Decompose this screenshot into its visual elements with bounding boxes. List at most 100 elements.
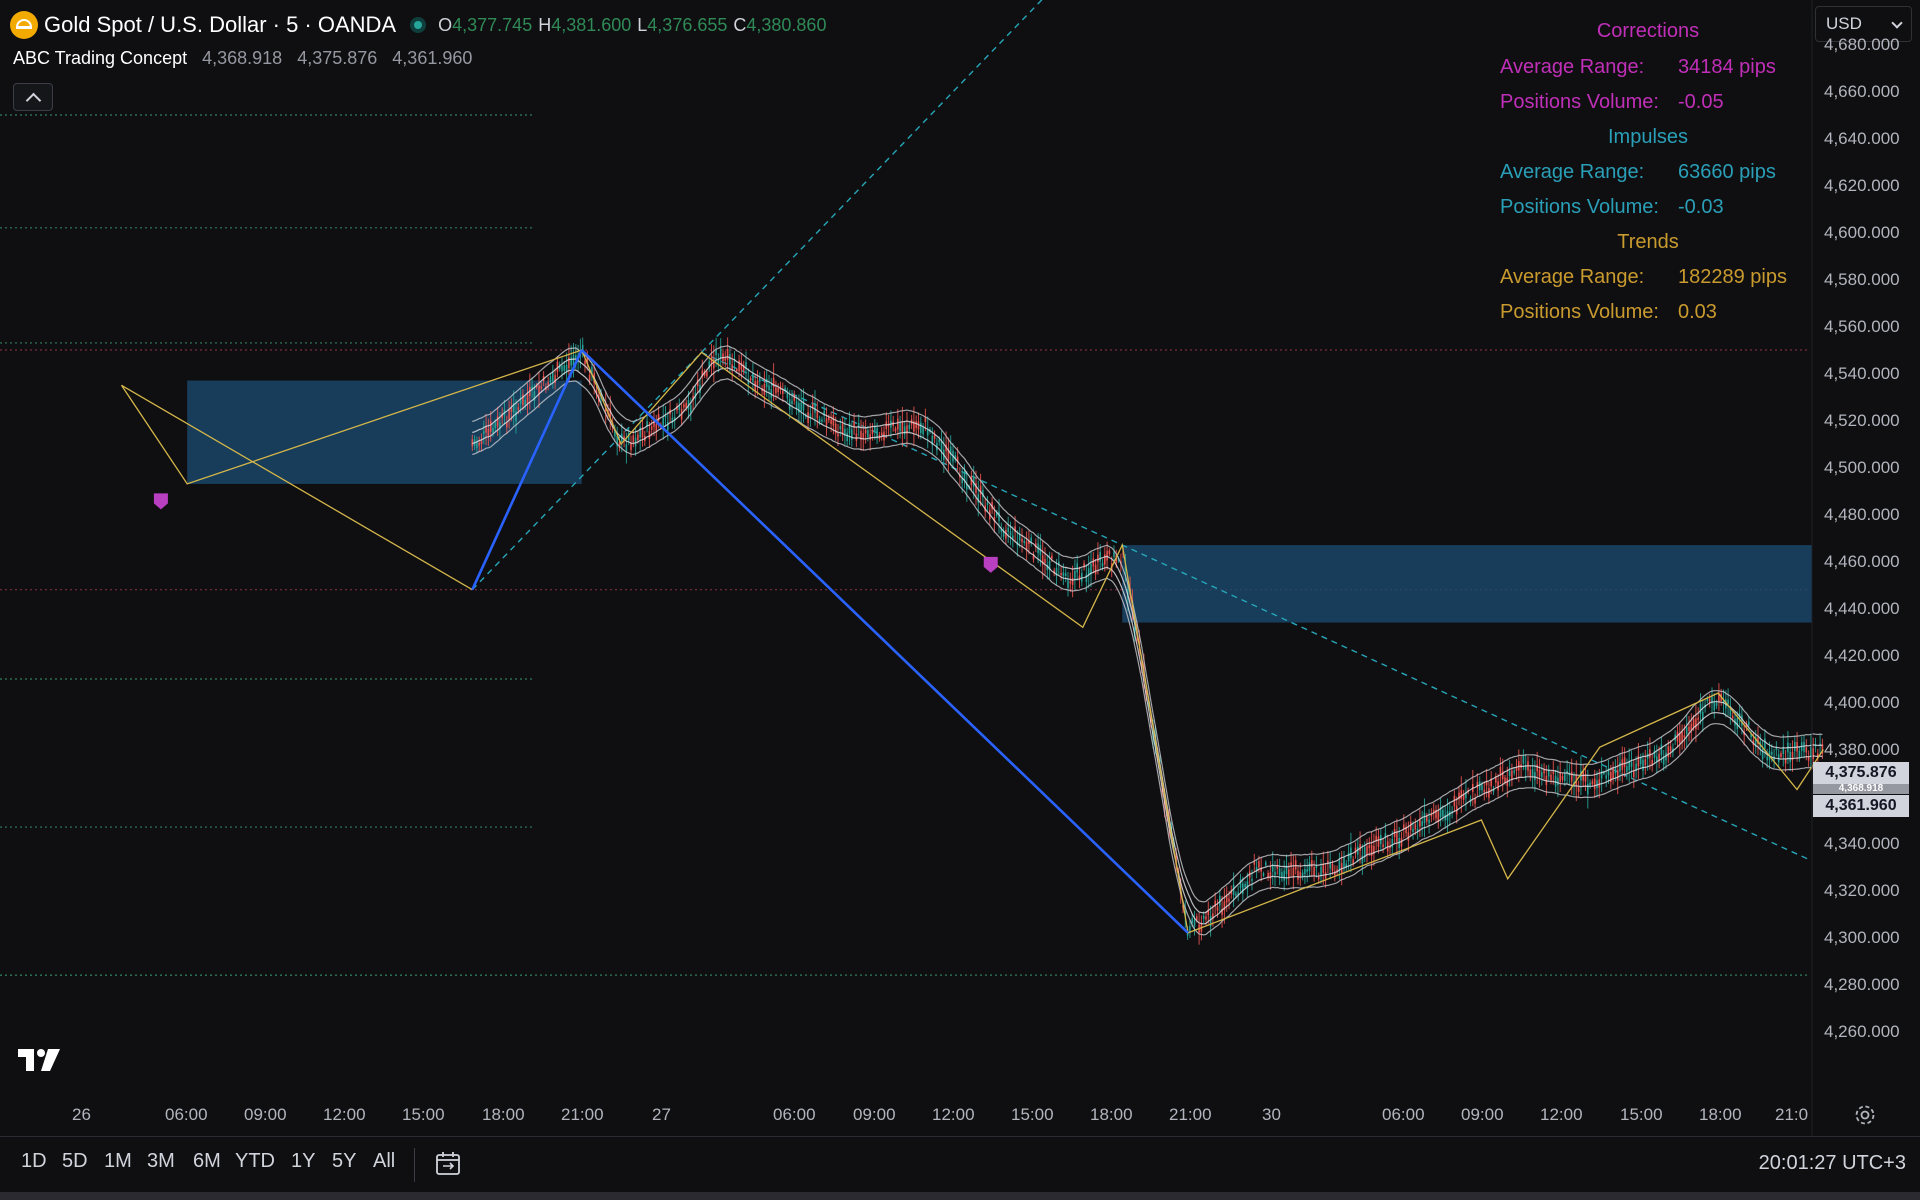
indicator-legend[interactable]: ABC Trading Concept 4,368.918 4,375.876 … <box>13 48 482 69</box>
candle-body <box>1483 789 1486 793</box>
candle-body <box>1106 550 1108 561</box>
range-button-1m[interactable]: 1M <box>104 1150 132 1173</box>
candle-body <box>763 383 766 395</box>
candle-body <box>1196 916 1198 920</box>
corrections-vol-label: Positions Volume: <box>1500 91 1659 113</box>
candle-body <box>478 442 480 446</box>
candle-body <box>1308 862 1311 872</box>
candle-body <box>1251 878 1253 882</box>
trends-title: Trends <box>1617 231 1679 253</box>
time-axis-label: 12:00 <box>1540 1105 1583 1124</box>
candle-body <box>1660 744 1663 755</box>
candle-body <box>1614 767 1617 774</box>
candle-body <box>1265 862 1267 866</box>
candle-body <box>1069 581 1072 584</box>
range-button-5y[interactable]: 5Y <box>332 1150 356 1173</box>
candle-body <box>1499 766 1502 775</box>
range-button-ytd[interactable]: YTD <box>235 1150 275 1173</box>
price-axis-label: 4,480.000 <box>1824 504 1900 524</box>
candle-body <box>552 372 554 382</box>
candle-body <box>1798 750 1801 758</box>
candle-body <box>1352 859 1354 864</box>
candle-body <box>1522 755 1525 764</box>
candle-body <box>483 431 485 434</box>
tradingview-logo-icon[interactable] <box>16 1046 64 1074</box>
candle-body <box>575 355 577 358</box>
symbol-legend: Gold Spot / U.S. Dollar · 5 · OANDA O 4,3… <box>10 8 826 42</box>
candle-body <box>662 417 664 426</box>
candle-body <box>1347 852 1350 862</box>
impulses-avg-value: 63660 pips <box>1678 161 1776 183</box>
candle-body <box>839 426 842 430</box>
range-button-1y[interactable]: 1Y <box>291 1150 315 1173</box>
candle-body <box>683 404 685 408</box>
settings-gear-icon[interactable] <box>1854 1104 1876 1126</box>
candle-body <box>1322 863 1325 873</box>
candle-body <box>752 372 754 382</box>
clock-timezone[interactable]: 20:01:27 UTC+3 <box>1759 1152 1906 1175</box>
candle-body <box>1278 868 1281 876</box>
time-axis-label: 26 <box>72 1105 91 1124</box>
candle-body <box>570 357 572 366</box>
candle-body <box>1771 751 1773 755</box>
time-axis-label: 27 <box>652 1105 671 1124</box>
candle-body <box>1570 771 1573 782</box>
time-axis-label: 18:00 <box>1090 1105 1133 1124</box>
candle-body <box>1513 770 1515 773</box>
price-axis-label: 4,540.000 <box>1824 363 1900 383</box>
price-axis-label: 4,280.000 <box>1824 974 1900 994</box>
collapse-legend-button[interactable] <box>13 83 53 111</box>
candle-body <box>1225 895 1228 903</box>
candle-body <box>1294 860 1297 870</box>
candle-body <box>1639 757 1642 765</box>
candle-body <box>1529 769 1532 777</box>
candle-body <box>1488 788 1490 798</box>
candle-body <box>1097 554 1099 563</box>
candle-body <box>719 348 722 358</box>
candle-body <box>1283 870 1285 881</box>
range-button-1d[interactable]: 1D <box>21 1150 47 1173</box>
time-axis-label: 15:00 <box>402 1105 445 1124</box>
candle-body <box>1419 819 1421 827</box>
range-button-all[interactable]: All <box>373 1150 395 1173</box>
candle-body <box>1290 862 1292 866</box>
price-axis-label: 4,520.000 <box>1824 410 1900 430</box>
candle-body <box>1099 551 1101 562</box>
candle-body <box>637 434 639 441</box>
price-tag-low: 4,361.960 <box>1813 795 1909 817</box>
candle-body <box>1366 846 1368 856</box>
candle-body <box>1669 746 1672 751</box>
candle-body <box>526 393 529 404</box>
trends-vol-label: Positions Volume: <box>1500 301 1659 323</box>
range-button-6m[interactable]: 6M <box>193 1150 221 1173</box>
indicator-name[interactable]: ABC Trading Concept <box>13 48 187 68</box>
candle-body <box>1108 550 1111 555</box>
ohlc-high-value: 4,381.600 <box>551 14 632 35</box>
time-axis-label: 15:00 <box>1620 1105 1663 1124</box>
candle-body <box>1633 771 1635 778</box>
range-button-5d[interactable]: 5D <box>62 1150 88 1173</box>
candle-body <box>844 428 846 435</box>
candle-body <box>1442 809 1444 817</box>
candle-body <box>480 440 483 445</box>
candle-body <box>1292 867 1295 877</box>
price-axis-label: 4,640.000 <box>1824 128 1900 148</box>
candle-body <box>1101 563 1104 567</box>
date-range-calendar-icon[interactable] <box>434 1150 462 1178</box>
impulses-vol-label: Positions Volume: <box>1500 196 1659 218</box>
candle-body <box>782 390 784 394</box>
candle-body <box>830 419 832 424</box>
candle-body <box>853 421 855 427</box>
candle-body <box>1258 861 1260 868</box>
candle-body <box>1074 571 1076 579</box>
candle-body <box>986 502 989 505</box>
candle-body <box>1536 764 1538 772</box>
range-button-3m[interactable]: 3M <box>147 1150 175 1173</box>
symbol-title[interactable]: Gold Spot / U.S. Dollar · 5 · OANDA <box>44 12 396 38</box>
indicator-value: 4,361.960 <box>392 48 473 68</box>
time-axis-label: 18:00 <box>482 1105 525 1124</box>
candle-body <box>1085 574 1088 583</box>
candle-body <box>1649 749 1651 758</box>
candle-body <box>1021 538 1023 543</box>
candle-body <box>1012 535 1014 539</box>
